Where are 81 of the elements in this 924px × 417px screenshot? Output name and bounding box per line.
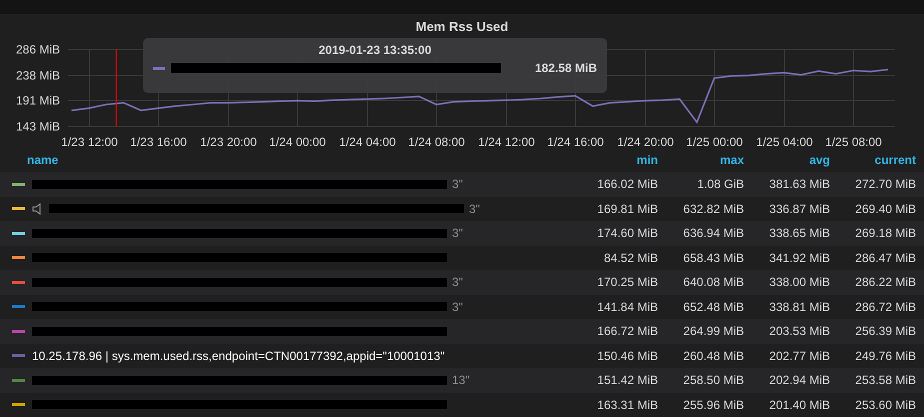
y-axis-label: 286 MiB <box>16 42 60 56</box>
stat-value: 174.60 MiB <box>596 226 658 240</box>
y-axis-label: 238 MiB <box>16 68 60 82</box>
stat-value: 381.63 MiB <box>768 177 830 192</box>
x-axis-label: 1/25 00:00 <box>686 135 743 148</box>
x-axis-label: 1/25 08:00 <box>825 135 882 148</box>
stat-value: 258.50 MiB <box>682 373 744 388</box>
column-header[interactable]: name <box>0 153 572 167</box>
panel-title: Mem Rss Used <box>416 18 508 34</box>
x-axis-label: 1/24 20:00 <box>617 135 674 148</box>
stat-value: 255.96 MiB <box>682 398 744 412</box>
stat-value: 1.08 GiB <box>696 177 744 192</box>
stat-value: 249.76 MiB <box>854 348 916 363</box>
stat-value: 253.58 MiB <box>854 373 916 388</box>
series-swatch[interactable] <box>12 232 25 235</box>
x-axis-label: 1/24 16:00 <box>547 135 604 148</box>
column-header[interactable]: min <box>572 153 658 167</box>
series-name-fragment: 3" <box>469 202 480 216</box>
stat-value: 640.08 MiB <box>682 275 744 290</box>
stat-value: 150.46 MiB <box>596 348 658 363</box>
stat-value: 652.48 MiB <box>682 300 744 314</box>
stat-value: 141.84 MiB <box>596 300 658 314</box>
stat-value: 202.77 MiB <box>768 348 830 363</box>
stat-value: 201.40 MiB <box>768 398 830 412</box>
x-axis-label: 1/25 04:00 <box>756 135 813 148</box>
series-swatch[interactable] <box>12 354 25 358</box>
stat-value: 272.70 MiB <box>854 177 916 192</box>
x-axis-label: 1/23 12:00 <box>61 135 118 148</box>
stat-value: 338.81 MiB <box>768 300 830 314</box>
stat-value: 286.22 MiB <box>854 275 916 290</box>
stat-value: 166.02 MiB <box>596 177 658 192</box>
stat-value: 170.25 MiB <box>596 275 658 290</box>
stat-value: 632.82 MiB <box>682 202 744 216</box>
x-axis-label: 1/23 20:00 <box>200 135 257 148</box>
series-swatch[interactable] <box>12 280 25 284</box>
tooltip-value: 182.58 MiB <box>534 61 597 75</box>
series-name[interactable]: 10.25.178.96 | sys.mem.used.rss,endpoint=CTN00177392,appid="10001013" <box>32 348 445 363</box>
stat-value: 636.94 MiB <box>682 226 744 240</box>
stat-value: 269.40 MiB <box>854 202 916 216</box>
stat-value: 286.72 MiB <box>854 300 916 314</box>
series-swatch[interactable] <box>12 403 25 406</box>
stat-value: 286.47 MiB <box>854 250 916 265</box>
stat-value: 84.52 MiB <box>602 250 658 265</box>
stat-value: 338.00 MiB <box>768 275 830 290</box>
stat-value: 169.81 MiB <box>596 202 658 216</box>
stat-value: 264.99 MiB <box>682 324 744 338</box>
stat-value: 338.65 MiB <box>768 226 830 240</box>
series-swatch[interactable] <box>12 256 25 260</box>
x-axis-label: 1/24 00:00 <box>269 135 326 148</box>
y-axis-label: 143 MiB <box>16 120 60 134</box>
series-name-fragment: 3" <box>452 275 463 290</box>
column-header[interactable]: max <box>658 153 744 167</box>
stat-value: 166.72 MiB <box>596 324 658 338</box>
column-header[interactable]: current <box>830 153 916 167</box>
x-axis-label: 1/24 12:00 <box>478 135 535 148</box>
series-swatch[interactable] <box>12 305 25 308</box>
stat-value: 341.92 MiB <box>768 250 830 265</box>
x-axis-label: 1/24 04:00 <box>339 135 396 148</box>
stat-value: 658.43 MiB <box>682 250 744 265</box>
y-axis-label: 191 MiB <box>16 94 60 108</box>
series-name-fragment: 3" <box>452 226 463 240</box>
stat-value: 203.53 MiB <box>768 324 830 338</box>
tooltip-time: 2019-01-23 13:35:00 <box>318 43 432 57</box>
stat-value: 260.48 MiB <box>682 348 744 363</box>
series-name-fragment: 3" <box>452 300 463 314</box>
stat-value: 253.60 MiB <box>854 398 916 412</box>
stat-value: 202.94 MiB <box>768 373 830 388</box>
x-axis-label: 1/23 16:00 <box>130 135 187 148</box>
series-swatch[interactable] <box>12 330 25 333</box>
series-name-fragment: 3" <box>452 177 463 192</box>
series-swatch[interactable] <box>12 378 25 382</box>
stat-value: 336.87 MiB <box>768 202 830 216</box>
series-swatch[interactable] <box>12 182 25 186</box>
stat-value: 163.31 MiB <box>596 398 658 412</box>
stat-value: 256.39 MiB <box>854 324 916 338</box>
series-name-fragment: 13" <box>452 373 470 388</box>
series-swatch[interactable] <box>12 207 25 210</box>
x-axis-label: 1/24 08:00 <box>408 135 465 148</box>
stat-value: 151.42 MiB <box>596 373 658 388</box>
stat-value: 269.18 MiB <box>854 226 916 240</box>
column-header[interactable]: avg <box>744 153 830 167</box>
